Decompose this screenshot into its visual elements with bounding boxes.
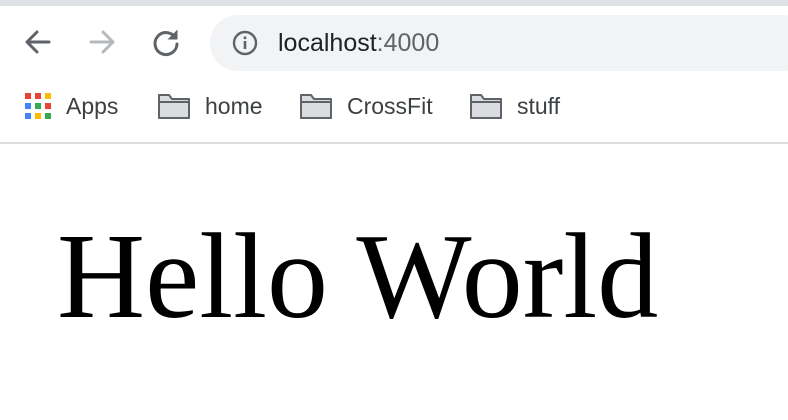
forward-button[interactable]	[86, 26, 118, 58]
arrow-right-icon	[89, 30, 115, 54]
folder-icon	[300, 94, 332, 119]
bookmark-label: stuff	[517, 92, 561, 119]
url-host: localhost	[278, 29, 377, 57]
url-text[interactable]: localhost:4000	[278, 28, 439, 58]
address-bar[interactable]: localhost:4000	[210, 15, 788, 71]
page-content: Hello World	[0, 144, 788, 420]
browser-toolbar: localhost:4000	[0, 6, 788, 80]
folder-icon	[470, 94, 502, 119]
reload-icon	[153, 29, 179, 57]
url-port: :4000	[376, 29, 440, 57]
arrow-left-icon	[25, 30, 51, 54]
bookmark-label: Apps	[66, 92, 119, 119]
bookmarks-bar: Apps home CrossFit stuff	[0, 80, 788, 144]
bookmark-label: home	[205, 92, 263, 119]
apps-grid-icon	[24, 92, 52, 120]
bookmark-folder-crossfit[interactable]: CrossFit	[299, 90, 433, 122]
bookmark-folder-stuff[interactable]: stuff	[469, 90, 560, 122]
info-icon[interactable]	[232, 30, 258, 56]
page-heading: Hello World	[57, 209, 659, 344]
bookmark-label: CrossFit	[347, 92, 433, 119]
bookmark-apps[interactable]: Apps	[24, 90, 118, 122]
bookmark-folder-home[interactable]: home	[157, 90, 263, 122]
folder-icon	[158, 94, 190, 119]
back-button[interactable]	[22, 26, 54, 58]
reload-button[interactable]	[150, 26, 182, 58]
